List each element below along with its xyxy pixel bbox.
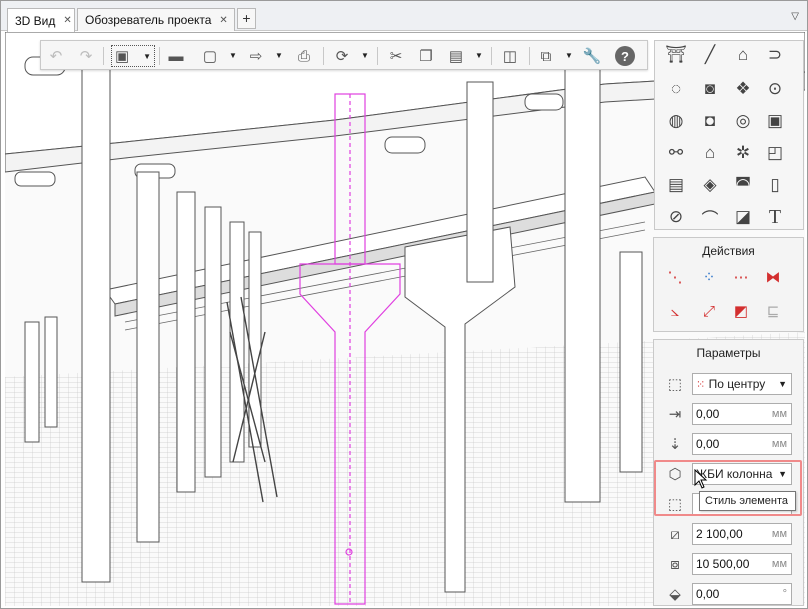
device-icon[interactable]: ◰	[763, 141, 787, 165]
tab-project-browser[interactable]: Обозреватель проекта ✕	[77, 8, 235, 31]
open-folder-icon[interactable]: ▬	[165, 45, 187, 67]
fan-icon[interactable]: ✲	[731, 141, 755, 165]
network-icon[interactable]: ⚯	[664, 141, 688, 165]
tab-3d-view[interactable]: 3D Вид ✕	[7, 8, 75, 32]
unit-label: мм	[771, 528, 787, 540]
rotation-value: 0,00	[696, 587, 720, 601]
layers-icon[interactable]: ◫	[499, 45, 521, 67]
stair-icon[interactable]: ⌂	[731, 43, 755, 67]
line-icon[interactable]: ╱	[698, 43, 722, 67]
rotation-field[interactable]: 0,00 °	[692, 583, 792, 605]
unit-label: мм	[771, 558, 787, 570]
rotation-icon: ⬙	[669, 586, 681, 603]
offset-y-field[interactable]: 0,00 мм	[692, 433, 792, 455]
export-icon[interactable]: ⇨	[245, 45, 267, 67]
chevron-down-icon[interactable]: ▼	[565, 52, 573, 60]
element-palette: ⛩ ╱ ⌂ ⊃ ◌ ◙ ❖ ⊙ ◍ ◘ ◎ ▣ ⚯ ⌂ ✲ ◰ ▤ ◈ ◚ ▯ …	[654, 40, 804, 230]
anchor-value: По центру	[708, 377, 766, 391]
tab-label: Обозреватель проекта	[85, 13, 212, 27]
close-icon[interactable]: ✕	[219, 15, 227, 26]
pump-icon[interactable]: ❖	[731, 77, 755, 101]
close-icon[interactable]: ✕	[63, 15, 71, 26]
cut-icon[interactable]: ✂	[385, 45, 407, 67]
tab-label: 3D Вид	[15, 13, 56, 28]
unit-label: мм	[771, 438, 787, 450]
cabinet-icon[interactable]: ▤	[664, 173, 688, 197]
anchor-point-icon: ⬚	[667, 376, 683, 393]
parameters-title: Параметры	[696, 346, 761, 360]
param-row-height: ⧇ 10 500,00 мм	[654, 551, 805, 577]
fitting-icon[interactable]: ⊙	[763, 77, 787, 101]
anchor-select[interactable]: ⁙ По центру ▼	[692, 373, 792, 395]
height-icon: ⧇	[670, 555, 680, 573]
offset-x-icon: ⇥	[668, 406, 682, 423]
param-row-depth: ⧄ 2 100,00 мм	[654, 521, 805, 547]
text-tool-icon[interactable]: T	[763, 205, 787, 229]
param-row-anchor: ⬚ ⁙ По центру ▼	[654, 371, 805, 397]
offset-y-value: 0,00	[696, 437, 720, 451]
actions-panel: Действия ⋱ ⁘ ⋯ ⧓ ⦣ ⤢ ◩ ⊑	[653, 237, 804, 332]
depth-value: 2 100,00	[696, 527, 743, 541]
mouse-cursor-icon	[694, 469, 708, 489]
arc-icon[interactable]: ⌒	[698, 205, 722, 229]
array-icon[interactable]: ⁘	[698, 266, 720, 288]
param-row-rotation: ⬙ 0,00 °	[654, 581, 805, 607]
box-icon[interactable]: ▣	[763, 109, 787, 133]
pipe-icon[interactable]: ⊃	[763, 43, 787, 67]
scale-icon[interactable]: ⤢	[698, 300, 720, 322]
tab-bar: 3D Вид ✕ Обозреватель проекта ✕ + ▽	[1, 1, 807, 32]
chevron-down-icon[interactable]: ▼	[275, 52, 283, 60]
print-icon[interactable]: ⎙	[293, 45, 315, 67]
offset-x-field[interactable]: 0,00 мм	[692, 403, 792, 425]
washer-icon[interactable]: ◙	[698, 77, 722, 101]
move-icon[interactable]: ⋱	[664, 266, 686, 288]
actions-title: Действия	[702, 244, 755, 258]
mirror-icon[interactable]: ⧓	[762, 266, 784, 288]
settings-wrench-icon[interactable]: 🔧	[581, 45, 603, 67]
copy-icon[interactable]: ❐	[415, 45, 437, 67]
align-icon[interactable]: ◩	[730, 300, 752, 322]
view-cube-icon[interactable]: ▣ ▼	[111, 45, 155, 67]
dimension-icon[interactable]: ⊘	[664, 205, 688, 229]
house-icon[interactable]: ⌂	[698, 141, 722, 165]
fixture-icon[interactable]: ◍	[664, 109, 688, 133]
paste-icon[interactable]: ▤	[445, 45, 467, 67]
vessel-icon[interactable]: ▯	[763, 173, 787, 197]
chevron-down-icon[interactable]: ▽	[791, 11, 799, 22]
param-row-offset-y: ⇣ 0,00 мм	[654, 431, 805, 457]
copy-array-icon[interactable]: ⋯	[730, 266, 752, 288]
depth-field[interactable]: 2 100,00 мм	[692, 523, 792, 545]
depth-icon: ⧄	[670, 525, 680, 543]
rotate-icon[interactable]: ⦣	[664, 300, 686, 322]
chevron-down-icon[interactable]: ▼	[776, 374, 787, 394]
undo-icon[interactable]: ↶	[45, 45, 67, 67]
chevron-down-icon[interactable]: ▼	[229, 52, 237, 60]
height-field[interactable]: 10 500,00 мм	[692, 553, 792, 575]
toilet-icon[interactable]: ◌	[664, 77, 688, 101]
sheets-icon[interactable]: ⧉	[535, 45, 557, 67]
tooltip: Стиль элемента	[699, 491, 796, 511]
chevron-down-icon[interactable]: ▼	[361, 52, 369, 60]
radiator-icon[interactable]: ◘	[698, 109, 722, 133]
camera-icon[interactable]: ◚	[731, 173, 755, 197]
redo-icon[interactable]: ↷	[75, 45, 97, 67]
coil-icon[interactable]: ◎	[731, 109, 755, 133]
height-value: 10 500,00	[696, 557, 750, 571]
add-tab-button[interactable]: +	[237, 8, 256, 29]
save-icon[interactable]: ▢	[199, 45, 221, 67]
help-icon[interactable]: ?	[615, 46, 635, 66]
sphere-icon[interactable]: ◈	[698, 173, 722, 197]
orbit-icon[interactable]: ⟳	[331, 45, 353, 67]
main-toolbar: ↶ ↷ ▣ ▼ ▬ ▢ ▼ ⇨ ▼ ⎙ ⟳ ▼ ✂ ❐ ▤ ▼ ◫ ⧉ ▼ 🔧 ?	[40, 40, 648, 70]
chevron-down-icon[interactable]: ▼	[475, 52, 483, 60]
offset-x-value: 0,00	[696, 407, 720, 421]
application-window: 3D Вид ✕ Обозреватель проекта ✕ + ▽ ↶ ↷ …	[0, 0, 808, 609]
portal-icon[interactable]: ⛩	[664, 43, 688, 67]
param-row-offset-x: ⇥ 0,00 мм	[654, 401, 805, 427]
hatch-icon[interactable]: ◪	[731, 205, 755, 229]
offset-y-icon: ⇣	[668, 436, 682, 453]
unit-label: мм	[771, 408, 787, 420]
unit-label: °	[782, 588, 787, 600]
paste-align-icon[interactable]: ⊑	[762, 300, 784, 322]
